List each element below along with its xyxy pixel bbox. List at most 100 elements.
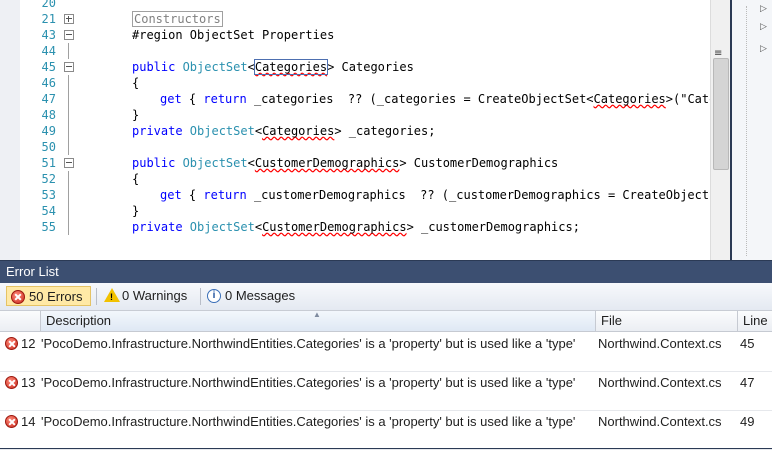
error-list-title[interactable]: Error List — [0, 261, 772, 283]
fold-minus-icon[interactable] — [64, 158, 74, 168]
warnings-filter-button[interactable]: ! 0 Warnings — [100, 286, 200, 306]
code-line[interactable]: 44 — [20, 43, 710, 59]
line-number: 53 — [41, 188, 56, 202]
code-line[interactable]: 43 #region ObjectSet Properties — [20, 27, 710, 43]
error-file: Northwind.Context.cs — [598, 375, 722, 390]
error-number: 12 — [21, 336, 36, 351]
error-list-toolbar: 50 Errors ! 0 Warnings i 0 Messages — [0, 283, 772, 311]
tree-guide-line — [746, 6, 747, 256]
code-line[interactable]: 48} — [20, 107, 710, 123]
line-number: 51 — [41, 156, 56, 170]
error-list-header: ▲ Description File Line — [0, 310, 772, 332]
error-description: 'PocoDemo.Infrastructure.NorthwindEntiti… — [41, 414, 576, 429]
line-number: 46 — [41, 76, 56, 90]
error-icon — [5, 415, 18, 428]
line-number: 44 — [41, 44, 56, 58]
info-icon: i — [207, 289, 221, 303]
expand-arrow-icon[interactable]: ▷ — [760, 44, 767, 54]
outline-guide — [68, 91, 69, 107]
code-line[interactable]: 51 public ObjectSet<CustomerDemographics>… — [20, 155, 710, 171]
line-number: 54 — [41, 204, 56, 218]
outline-guide — [68, 75, 69, 91]
errors-filter-label: 50 Errors — [29, 289, 83, 304]
outline-guide — [68, 43, 69, 59]
line-number: 49 — [41, 124, 56, 138]
code-text: get { return _categories ?? (_categories… — [160, 92, 724, 106]
code-editor[interactable]: 20 21 Constructors 43 #region ObjectSet Prop… — [0, 0, 730, 260]
code-line[interactable]: 55 private ObjectSet<CustomerDemographics… — [20, 219, 710, 235]
outline-guide — [68, 219, 69, 235]
outline-guide — [68, 171, 69, 187]
error-line: 49 — [740, 414, 755, 429]
editor-vertical-scrollbar[interactable]: ≡ — [710, 0, 730, 260]
toolbar-separator — [200, 288, 201, 305]
code-text: #region ObjectSet Properties — [132, 28, 335, 42]
toolbar-separator — [96, 288, 97, 305]
table-row[interactable]: 12 'PocoDemo.Infrastructure.NorthwindEnt… — [0, 332, 772, 372]
line-column-header[interactable]: Line — [738, 311, 772, 331]
sort-ascending-icon: ▲ — [313, 310, 321, 319]
line-number: 47 — [41, 92, 56, 106]
line-number: 20 — [41, 0, 56, 10]
error-file: Northwind.Context.cs — [598, 414, 722, 429]
error-line: 47 — [740, 375, 755, 390]
code-text: Constructors — [132, 11, 223, 27]
messages-filter-button[interactable]: i 0 Messages — [203, 286, 303, 306]
line-number: 45 — [41, 60, 56, 74]
outline-guide — [68, 107, 69, 123]
error-description: 'PocoDemo.Infrastructure.NorthwindEntiti… — [41, 336, 576, 351]
expand-arrow-icon[interactable]: ▷ — [760, 4, 767, 14]
line-number: 43 — [41, 28, 56, 42]
outline-guide — [68, 187, 69, 203]
code-text: public ObjectSet<CustomerDemographics> C… — [132, 156, 559, 170]
code-line[interactable]: 46 { — [20, 75, 710, 91]
code-line[interactable]: 20 — [20, 0, 710, 11]
fold-plus-icon[interactable] — [64, 14, 74, 24]
file-column-header[interactable]: File — [596, 311, 738, 331]
error-icon — [5, 337, 18, 350]
code-text: } — [132, 204, 140, 218]
outline-guide — [68, 203, 69, 219]
messages-filter-label: 0 Messages — [225, 288, 296, 303]
code-line[interactable]: 45 public ObjectSet<Categories> Categorie… — [20, 59, 710, 75]
editor-margin — [0, 0, 20, 260]
error-line: 45 — [740, 336, 755, 351]
code-line[interactable]: 49 private ObjectSet<Categories> _categor… — [20, 123, 710, 139]
splitter-grip-icon[interactable]: ≡ — [714, 48, 722, 59]
code-text: { — [132, 172, 140, 186]
error-number: 13 — [21, 375, 36, 390]
outline-guide — [68, 123, 69, 139]
code-line[interactable]: 50 — [20, 139, 710, 155]
fold-minus-icon[interactable] — [64, 30, 74, 40]
error-description: 'PocoDemo.Infrastructure.NorthwindEntiti… — [41, 375, 576, 390]
code-text: private ObjectSet<CustomerDemographics> … — [132, 220, 580, 234]
error-icon — [11, 290, 25, 304]
scrollbar-thumb[interactable] — [713, 58, 729, 170]
line-number: 55 — [41, 220, 56, 234]
code-line[interactable]: 53 get { return _customerDemographics ?? … — [20, 187, 730, 203]
expand-arrow-icon[interactable]: ▷ — [760, 22, 767, 32]
fold-minus-icon[interactable] — [64, 62, 74, 72]
error-file: Northwind.Context.cs — [598, 336, 722, 351]
code-text: private ObjectSet<Categories> _categorie… — [132, 124, 436, 138]
description-column-header[interactable]: ▲ Description — [40, 310, 596, 331]
line-number: 48 — [41, 108, 56, 122]
code-line[interactable]: 47 get { return _categories ?? (_categori… — [20, 91, 724, 107]
error-icon — [5, 376, 18, 389]
code-text: } — [132, 108, 140, 122]
solution-panel-edge: ▷ ▷ ▷ — [732, 0, 772, 260]
code-line[interactable]: 54} — [20, 203, 710, 219]
errors-filter-button[interactable]: 50 Errors — [6, 286, 91, 306]
code-line[interactable]: 21 Constructors — [20, 11, 710, 27]
code-text: get { return _customerDemographics ?? (_… — [160, 188, 730, 202]
outline-guide — [68, 139, 69, 155]
table-row[interactable]: 13 'PocoDemo.Infrastructure.NorthwindEnt… — [0, 371, 772, 411]
code-text: public ObjectSet<Categories> Categories — [132, 59, 414, 75]
table-row[interactable]: 14 'PocoDemo.Infrastructure.NorthwindEnt… — [0, 410, 772, 450]
error-list-panel: Error List 50 Errors ! 0 Warnings i 0 Me… — [0, 261, 772, 450]
error-number: 14 — [21, 414, 36, 429]
code-line[interactable]: 52 { — [20, 171, 710, 187]
code-text: { — [132, 76, 140, 90]
warnings-filter-label: 0 Warnings — [122, 288, 188, 303]
line-number: 21 — [41, 12, 56, 26]
